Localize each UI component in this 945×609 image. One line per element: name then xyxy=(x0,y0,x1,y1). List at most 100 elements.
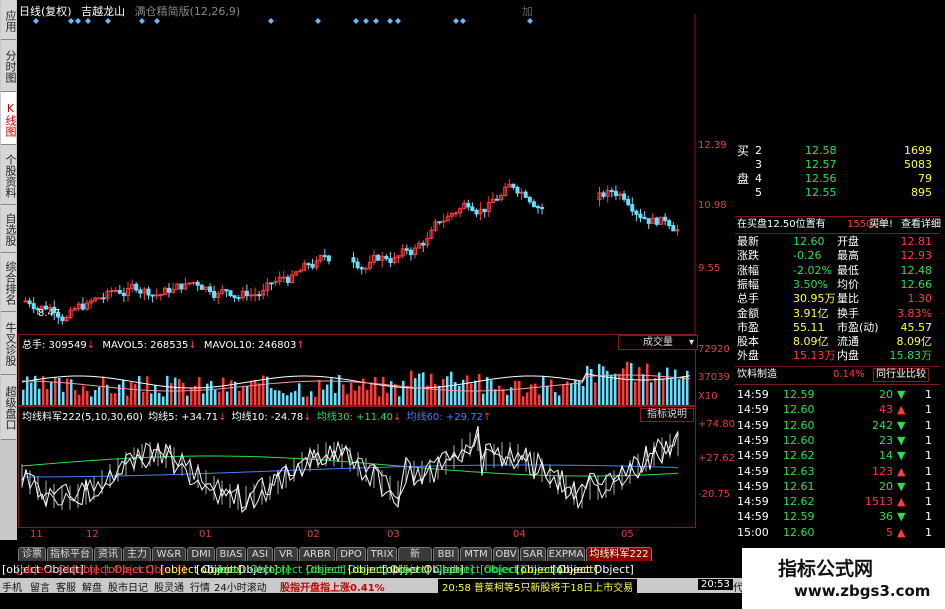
volume-axis-3: X10 xyxy=(698,391,718,402)
quote-label: 涨幅 xyxy=(737,263,759,277)
tick-price: 12.59 xyxy=(783,510,815,524)
quote-row: 涨跌 -0.26 最高 12.93 xyxy=(735,249,940,263)
arrow-up-icon: ▲ xyxy=(897,403,906,417)
indicator-tab-label: 诊票 xyxy=(22,549,42,560)
indicator-axis-2: +27.62 xyxy=(698,453,736,464)
quote-label: 涨跌 xyxy=(737,249,759,263)
order-price: 12.58 xyxy=(805,144,837,157)
indicator-tab[interactable]: W&R xyxy=(152,547,186,561)
indicator-tab-label: TRIX xyxy=(370,549,394,560)
logo-title: 指标公式网 xyxy=(778,558,874,580)
quote-value: 12.93 xyxy=(900,249,933,263)
index-status-item: [object Object] xyxy=(552,563,634,576)
left-tab[interactable]: 个股资料 xyxy=(1,145,17,205)
order-volume: 79 xyxy=(918,172,932,185)
volume-bars xyxy=(21,361,691,405)
tick-time: 14:59 xyxy=(737,388,769,401)
tick-count: 1 xyxy=(925,479,932,493)
left-tab[interactable]: 牛叉诊股 xyxy=(1,312,17,375)
menu-item[interactable]: 股灵通 xyxy=(154,579,184,594)
tick-row: 14:59 12.62 1513 ▲ 1 xyxy=(735,495,940,509)
date-axis-label: 01 xyxy=(199,529,212,540)
tick-row: 15:00 12.60 5 ▲ 1 xyxy=(735,526,940,540)
indicator-tab[interactable]: ARBR xyxy=(299,547,335,561)
low-price-label: 8.47 xyxy=(38,308,61,319)
indicator-tab[interactable]: 指标平台 xyxy=(47,547,93,561)
indicator-tab-label: ASI xyxy=(251,549,269,560)
price-axis-label-3: 9.55 xyxy=(698,263,721,274)
indicator-tab[interactable]: 诊票 xyxy=(18,547,46,561)
indicator-tab-label: SAR xyxy=(522,549,544,560)
indicator-tab[interactable]: BBI xyxy=(433,547,459,561)
tick-time: 15:00 xyxy=(737,525,769,539)
quote-label: 股本 xyxy=(737,335,759,349)
left-tab[interactable]: 超级盘口 xyxy=(1,375,17,440)
menu-item[interactable]: 行情 xyxy=(190,579,210,594)
indicator-tab-label: 资讯 xyxy=(98,549,118,560)
indicator-tab[interactable]: 主力 xyxy=(123,547,151,561)
left-tab[interactable]: 分时图 xyxy=(1,40,17,92)
separator xyxy=(735,216,940,217)
tick-time: 14:59 xyxy=(737,464,769,478)
arrow-down-icon: ▼ xyxy=(897,449,906,463)
tick-row: 14:59 12.60 23 ▼ 1 xyxy=(735,434,940,448)
tick-volume: 20 xyxy=(879,388,893,401)
tick-price: 12.60 xyxy=(783,525,815,539)
quote-value: 12.48 xyxy=(900,263,933,277)
menu-item[interactable]: 手机 xyxy=(2,579,22,594)
quote-label: 量比 xyxy=(837,292,859,306)
quote-value: 12.60 xyxy=(793,235,825,248)
left-tab[interactable]: 自选股 xyxy=(1,205,17,253)
left-tab-label: 超级盘口 xyxy=(4,386,17,430)
indicator-tab[interactable]: DPO xyxy=(336,547,366,561)
left-tab[interactable]: K线图 xyxy=(1,92,17,145)
tick-count: 1 xyxy=(925,525,932,539)
indicator-tab[interactable]: MTM xyxy=(460,547,492,561)
quote-value: 12.81 xyxy=(900,235,933,248)
indicator-tab[interactable]: 均线料军222 xyxy=(586,547,652,561)
menu-item[interactable]: 留言 xyxy=(30,579,50,594)
clock: 20:53 xyxy=(698,579,733,590)
indicator-tab[interactable]: BIAS xyxy=(216,547,246,561)
bid-note-link[interactable]: 查看详细 xyxy=(901,218,941,232)
quote-value: 12.66 xyxy=(900,277,933,291)
indicator-tab[interactable]: SAR xyxy=(520,547,546,561)
indicator-tab[interactable]: 新DMA xyxy=(398,547,432,574)
logo-url: www.zbgs3.com xyxy=(794,582,931,600)
sector-compare-button[interactable]: 同行业比较 xyxy=(873,368,929,382)
tick-row: 14:59 12.59 36 ▼ 1 xyxy=(735,510,940,524)
quote-value: 8.09亿 xyxy=(896,335,933,349)
bid-note: 在买盘12.50位置有 1550手 买单! 查看详细 xyxy=(735,218,941,232)
menu-item[interactable]: 解盘 xyxy=(82,579,102,594)
quote-label: 金额 xyxy=(737,306,759,320)
date-axis-label: 04 xyxy=(513,529,526,540)
left-tab[interactable]: 综合排名 xyxy=(1,253,17,312)
indicator-tab[interactable]: TRIX xyxy=(367,547,397,561)
indicator-lines xyxy=(21,425,679,514)
indicator-tab[interactable]: EXPMA xyxy=(547,547,585,561)
indicator-tab[interactable]: DMI xyxy=(187,547,215,561)
date-axis: 11 12 01 02 03 04 05 xyxy=(18,529,696,543)
indicator-tab[interactable]: ASI xyxy=(247,547,273,561)
indicator-help-button[interactable]: 指标说明 xyxy=(640,408,694,422)
indicator-tab[interactable]: VR xyxy=(274,547,298,561)
indicator-tab-label: 指标平台 xyxy=(50,549,90,560)
tick-count: 1 xyxy=(925,449,932,463)
separator xyxy=(735,384,940,385)
indicator-tab-label: MTM xyxy=(464,549,488,560)
quote-value: 15.13万 xyxy=(793,349,836,363)
indicator-tab[interactable]: 资讯 xyxy=(94,547,122,561)
price-axis-label-2: 10.98 xyxy=(698,200,727,211)
menu-item[interactable]: 股市日记 xyxy=(108,579,148,594)
kline-chart[interactable] xyxy=(18,14,735,334)
quote-label: 最低 xyxy=(837,263,859,277)
order-book-row: 盘 4 12.56 79 xyxy=(735,172,940,186)
left-tab-bar: 应用 分时图 K线图 个股资料 自选股 综合排名 牛叉诊股超级盘口 xyxy=(0,0,17,540)
menu-item[interactable]: 24小时滚动 xyxy=(214,579,267,594)
quote-value: -2.02% xyxy=(793,263,832,277)
quote-label: 振幅 xyxy=(737,277,759,291)
indicator-tab[interactable]: OBV xyxy=(493,547,519,561)
bid-note-action[interactable]: 买单! xyxy=(869,218,893,232)
menu-item[interactable]: 客服 xyxy=(56,579,76,594)
left-tab[interactable]: 应用 xyxy=(1,0,17,40)
